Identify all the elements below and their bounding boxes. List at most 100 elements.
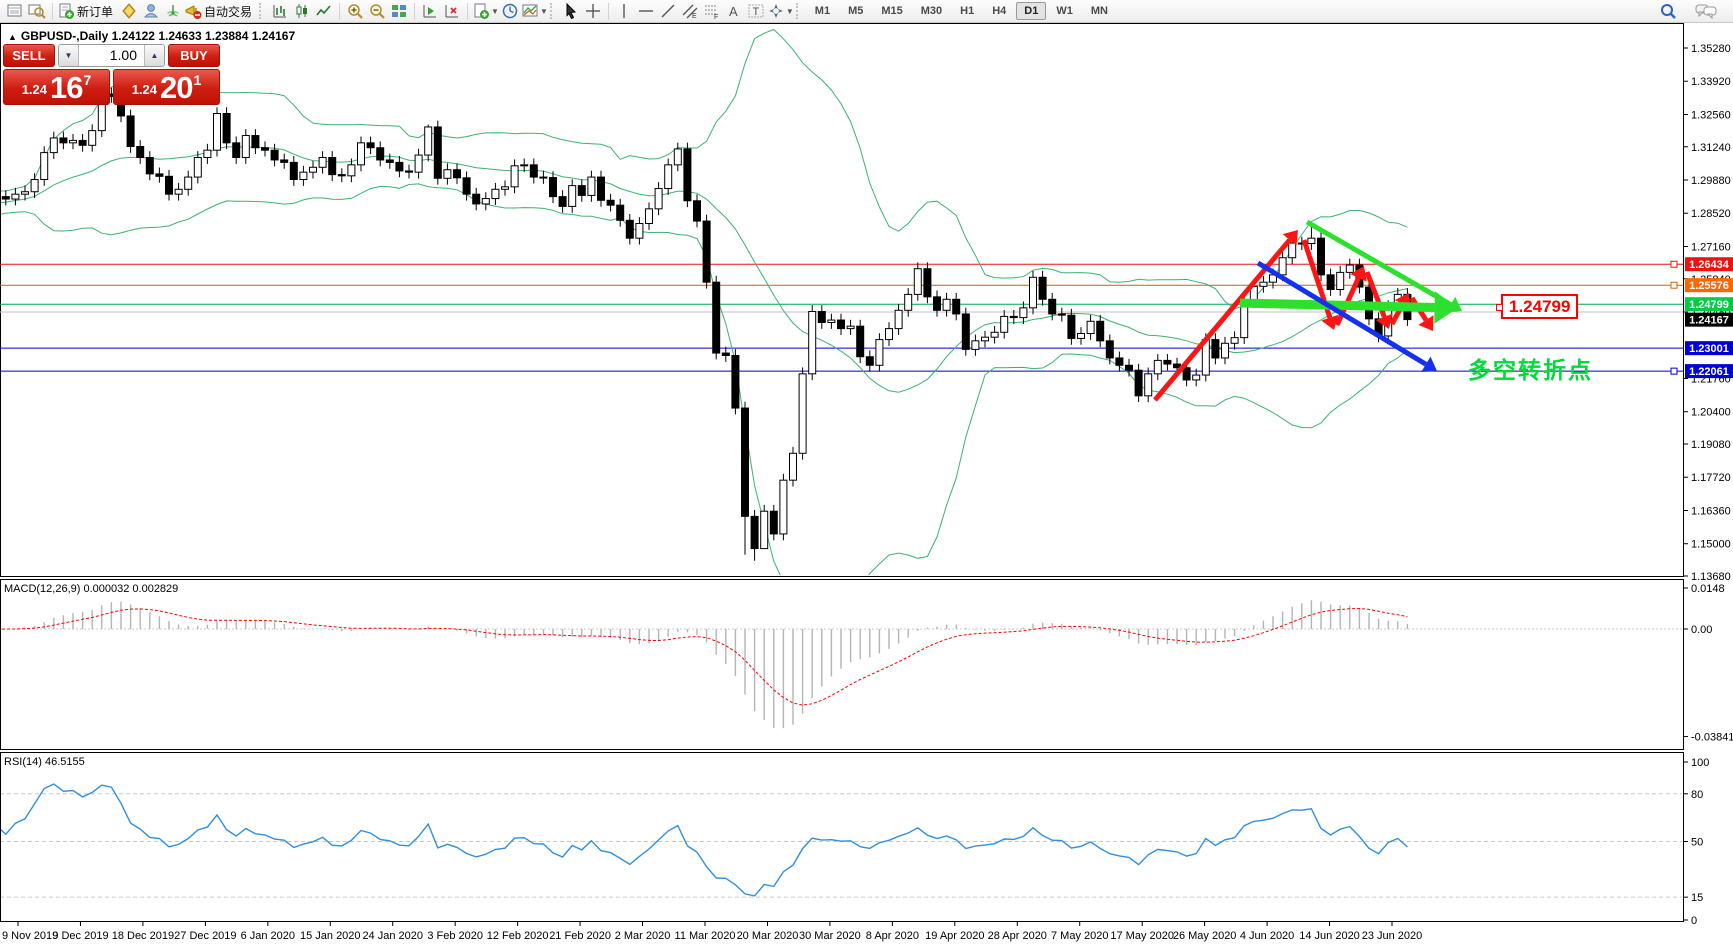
text-label-icon[interactable]: T — [745, 1, 767, 21]
volume-increase-button[interactable]: ▲ — [144, 45, 164, 66]
svg-text:2 Mar 2020: 2 Mar 2020 — [615, 930, 671, 942]
svg-text:E: E — [692, 13, 697, 20]
timeframe-m15[interactable]: M15 — [873, 2, 910, 20]
svg-text:A: A — [729, 4, 738, 19]
svg-text:9 Nov 2019: 9 Nov 2019 — [2, 930, 58, 942]
timeframe-h4[interactable]: H4 — [984, 2, 1014, 20]
svg-text:3 Feb 2020: 3 Feb 2020 — [427, 930, 483, 942]
tile-windows-icon[interactable] — [388, 1, 410, 21]
autotrading-label: 自动交易 — [204, 4, 253, 19]
window-list-icon[interactable] — [4, 1, 26, 21]
svg-text:1.15000: 1.15000 — [1691, 539, 1731, 551]
svg-text:20 Mar 2020: 20 Mar 2020 — [737, 930, 799, 942]
buy-price-sup: 1 — [193, 72, 202, 88]
macd-histogram — [1, 600, 1682, 729]
autotrading-button[interactable]: 自动交易 — [184, 1, 257, 21]
svg-text:17 May 2020: 17 May 2020 — [1110, 930, 1174, 942]
timeframe-m30[interactable]: M30 — [913, 2, 950, 20]
period-clock-icon[interactable] — [499, 1, 521, 21]
buy-price-box[interactable]: 1.24 20 1 — [113, 69, 220, 105]
cursor-icon[interactable] — [560, 1, 582, 21]
timeframe-d1[interactable]: D1 — [1016, 2, 1047, 20]
arrows-caret-icon[interactable]: ▼ — [786, 7, 794, 16]
svg-text:6 Jan 2020: 6 Jan 2020 — [241, 930, 295, 942]
svg-text:1.32560: 1.32560 — [1691, 109, 1731, 121]
add-indicator-caret-icon[interactable]: ▼ — [491, 7, 499, 16]
signals-icon[interactable] — [162, 1, 184, 21]
trendline-icon[interactable] — [657, 1, 679, 21]
svg-text:28 Apr 2020: 28 Apr 2020 — [988, 930, 1047, 942]
equidistant-channel-icon[interactable]: E — [679, 1, 701, 21]
rsi-indicator-label: RSI(14) 46.5155 — [4, 756, 85, 768]
svg-text:1.20400: 1.20400 — [1691, 407, 1731, 419]
vertical-line-icon[interactable] — [613, 1, 635, 21]
timeframe-w1[interactable]: W1 — [1048, 2, 1081, 20]
new-order-button[interactable]: 新订单 — [57, 1, 118, 21]
volume-input[interactable]: 1.00 — [79, 45, 144, 66]
text-icon[interactable]: A — [723, 1, 745, 21]
fibonacci-icon[interactable]: F — [701, 1, 723, 21]
chart-cross-icon[interactable] — [441, 1, 463, 21]
template-caret-icon[interactable]: ▼ — [540, 7, 548, 16]
crosshair-icon[interactable] — [582, 1, 604, 21]
svg-text:1.16360: 1.16360 — [1691, 505, 1731, 517]
svg-text:7 May 2020: 7 May 2020 — [1051, 930, 1108, 942]
new-order-label: 新订单 — [77, 4, 114, 19]
annotation-handle[interactable] — [1496, 304, 1503, 311]
arrows-icon[interactable]: ▼ — [767, 1, 794, 21]
price-note-annotation[interactable]: 1.24799 — [1496, 294, 1579, 319]
svg-text:1.24167: 1.24167 — [1689, 315, 1729, 327]
price-note-text: 1.24799 — [1509, 297, 1571, 316]
volume-control: ▼ 1.00 ▲ — [58, 44, 165, 67]
svg-text:1.23001: 1.23001 — [1689, 343, 1729, 355]
timeframe-mn[interactable]: MN — [1083, 2, 1116, 20]
price-axis[interactable]: 1.35280 1.33920 1.32560 1.31240 1.29880 1.285… — [1683, 43, 1733, 927]
svg-text:23 Jun 2020: 23 Jun 2020 — [1362, 930, 1423, 942]
svg-text:100: 100 — [1691, 757, 1709, 769]
timeframe-m1[interactable]: M1 — [807, 2, 838, 20]
svg-text:26 May 2020: 26 May 2020 — [1173, 930, 1237, 942]
chart-title-text: GBPUSD-,Daily 1.24122 1.24633 1.23884 1.… — [20, 29, 296, 43]
svg-text:19 Apr 2020: 19 Apr 2020 — [925, 930, 984, 942]
template-icon[interactable]: ▼ — [521, 1, 548, 21]
price-chart-svg: 1.35280 1.33920 1.32560 1.31240 1.29880 1.285… — [0, 23, 1733, 942]
svg-text:15 Jan 2020: 15 Jan 2020 — [300, 930, 361, 942]
chart-play-icon[interactable] — [419, 1, 441, 21]
svg-text:11 Mar 2020: 11 Mar 2020 — [675, 930, 736, 942]
buy-button[interactable]: BUY — [168, 44, 220, 67]
horizontal-line-icon[interactable] — [635, 1, 657, 21]
chat-icon[interactable] — [1695, 1, 1717, 21]
sell-price-sup: 7 — [83, 72, 92, 88]
bar-chart-icon[interactable] — [269, 1, 291, 21]
timeframe-h1[interactable]: H1 — [952, 2, 982, 20]
pivot-point-annotation[interactable]: 多空转折点 — [1468, 351, 1593, 385]
quotes-diamond-icon[interactable] — [118, 1, 140, 21]
timeframe-bar: M1 M5 M15 M30 H1 H4 D1 W1 MN — [806, 2, 1117, 20]
candlestick-chart-icon[interactable] — [291, 1, 313, 21]
svg-text:50: 50 — [1691, 837, 1703, 849]
trend-arrows[interactable] — [1153, 219, 1462, 402]
timeframe-m5[interactable]: M5 — [840, 2, 871, 20]
svg-text:15: 15 — [1691, 892, 1703, 904]
svg-text:1.17720: 1.17720 — [1691, 472, 1731, 484]
zoom-in-icon[interactable] — [344, 1, 366, 21]
svg-text:1.28520: 1.28520 — [1691, 208, 1731, 220]
market-watch-icon[interactable] — [26, 1, 48, 21]
search-icon[interactable] — [1657, 1, 1679, 21]
svg-text:1.29880: 1.29880 — [1691, 175, 1731, 187]
svg-text:1.19080: 1.19080 — [1691, 439, 1731, 451]
chart-title: ▲ GBPUSD-,Daily 1.24122 1.24633 1.23884 1… — [8, 29, 295, 43]
volume-decrease-button[interactable]: ▼ — [59, 45, 79, 66]
collapse-panel-icon[interactable]: ▲ — [8, 32, 17, 42]
sell-button[interactable]: SELL — [3, 44, 55, 67]
add-indicator-icon[interactable]: ▼ — [472, 1, 499, 21]
sell-price-box[interactable]: 1.24 16 7 — [3, 69, 110, 105]
date-axis[interactable]: 9 Nov 20199 Dec 2019 18 Dec 2019 27 Dec 20… — [2, 922, 1422, 942]
svg-text:4 Jun 2020: 4 Jun 2020 — [1240, 930, 1294, 942]
svg-text:21 Feb 2020: 21 Feb 2020 — [549, 930, 611, 942]
panel-frames — [0, 23, 1684, 922]
zoom-out-icon[interactable] — [366, 1, 388, 21]
community-icon[interactable] — [140, 1, 162, 21]
rsi-panel-content — [1, 783, 1682, 898]
line-chart-icon[interactable] — [313, 1, 335, 21]
